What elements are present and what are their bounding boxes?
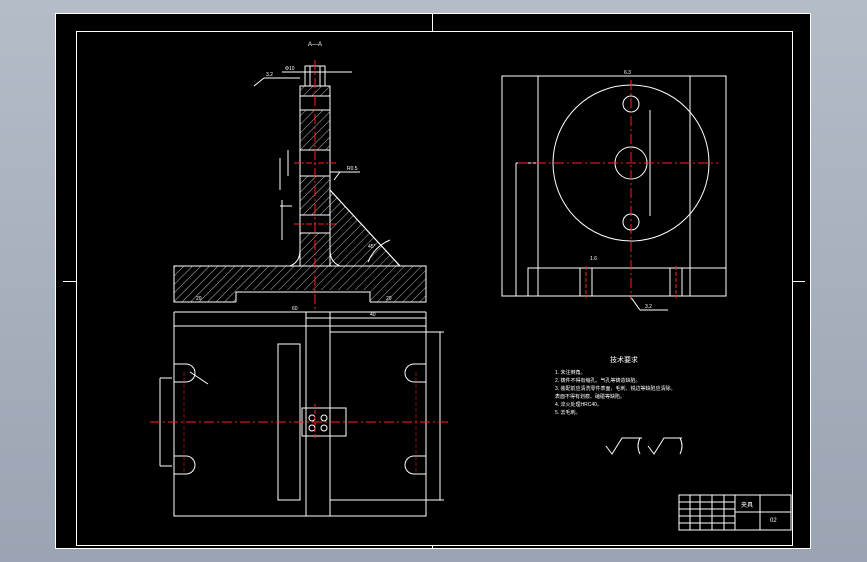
tech-req-line-2: 2. 铸件不得有缩孔、气孔等铸造缺陷。 bbox=[555, 377, 641, 384]
part-name: 夹具 bbox=[741, 501, 753, 509]
tech-req-line-1: 1. 未注倒角。 bbox=[555, 369, 586, 376]
paper-background bbox=[55, 13, 811, 549]
dim-plan-mid: 40 bbox=[370, 312, 376, 318]
drawing-sheet: A—A 45° 3.2 Φ10 R0.5 20 20 60 40 6.3 1.6… bbox=[55, 13, 811, 549]
cad-viewport[interactable]: A—A 45° 3.2 Φ10 R0.5 20 20 60 40 6.3 1.6… bbox=[0, 0, 867, 562]
tech-req-line-5: 4. 淬火处理HRC40。 bbox=[555, 401, 602, 408]
dim-base-left: 20 bbox=[196, 296, 202, 302]
section-label: A—A bbox=[308, 42, 322, 48]
dim-angle: 45° bbox=[368, 244, 376, 250]
dim-side-top: 6.3 bbox=[624, 70, 631, 76]
tech-req-title: 技术要求 bbox=[610, 355, 638, 364]
dim-top-diameter: Φ10 bbox=[285, 66, 295, 72]
dim-top-roughness: 3.2 bbox=[266, 72, 273, 78]
dim-side-base: 1.6 bbox=[590, 256, 597, 262]
dim-side-bottom: 3.2 bbox=[645, 304, 652, 310]
dim-plan-top: 60 bbox=[292, 306, 298, 312]
drawing-number: 02 bbox=[770, 518, 777, 524]
dim-mid-radius: R0.5 bbox=[347, 166, 358, 172]
tech-req-line-3: 3. 装配前应清洗零件表面，毛刺、锐边等缺陷应清除。 bbox=[555, 385, 676, 392]
tech-req-line-6: 5. 去毛刺。 bbox=[555, 409, 581, 416]
tech-req-line-4: 表面不得有划痕、磕碰等缺陷。 bbox=[555, 393, 625, 400]
dim-base-right: 20 bbox=[386, 296, 392, 302]
